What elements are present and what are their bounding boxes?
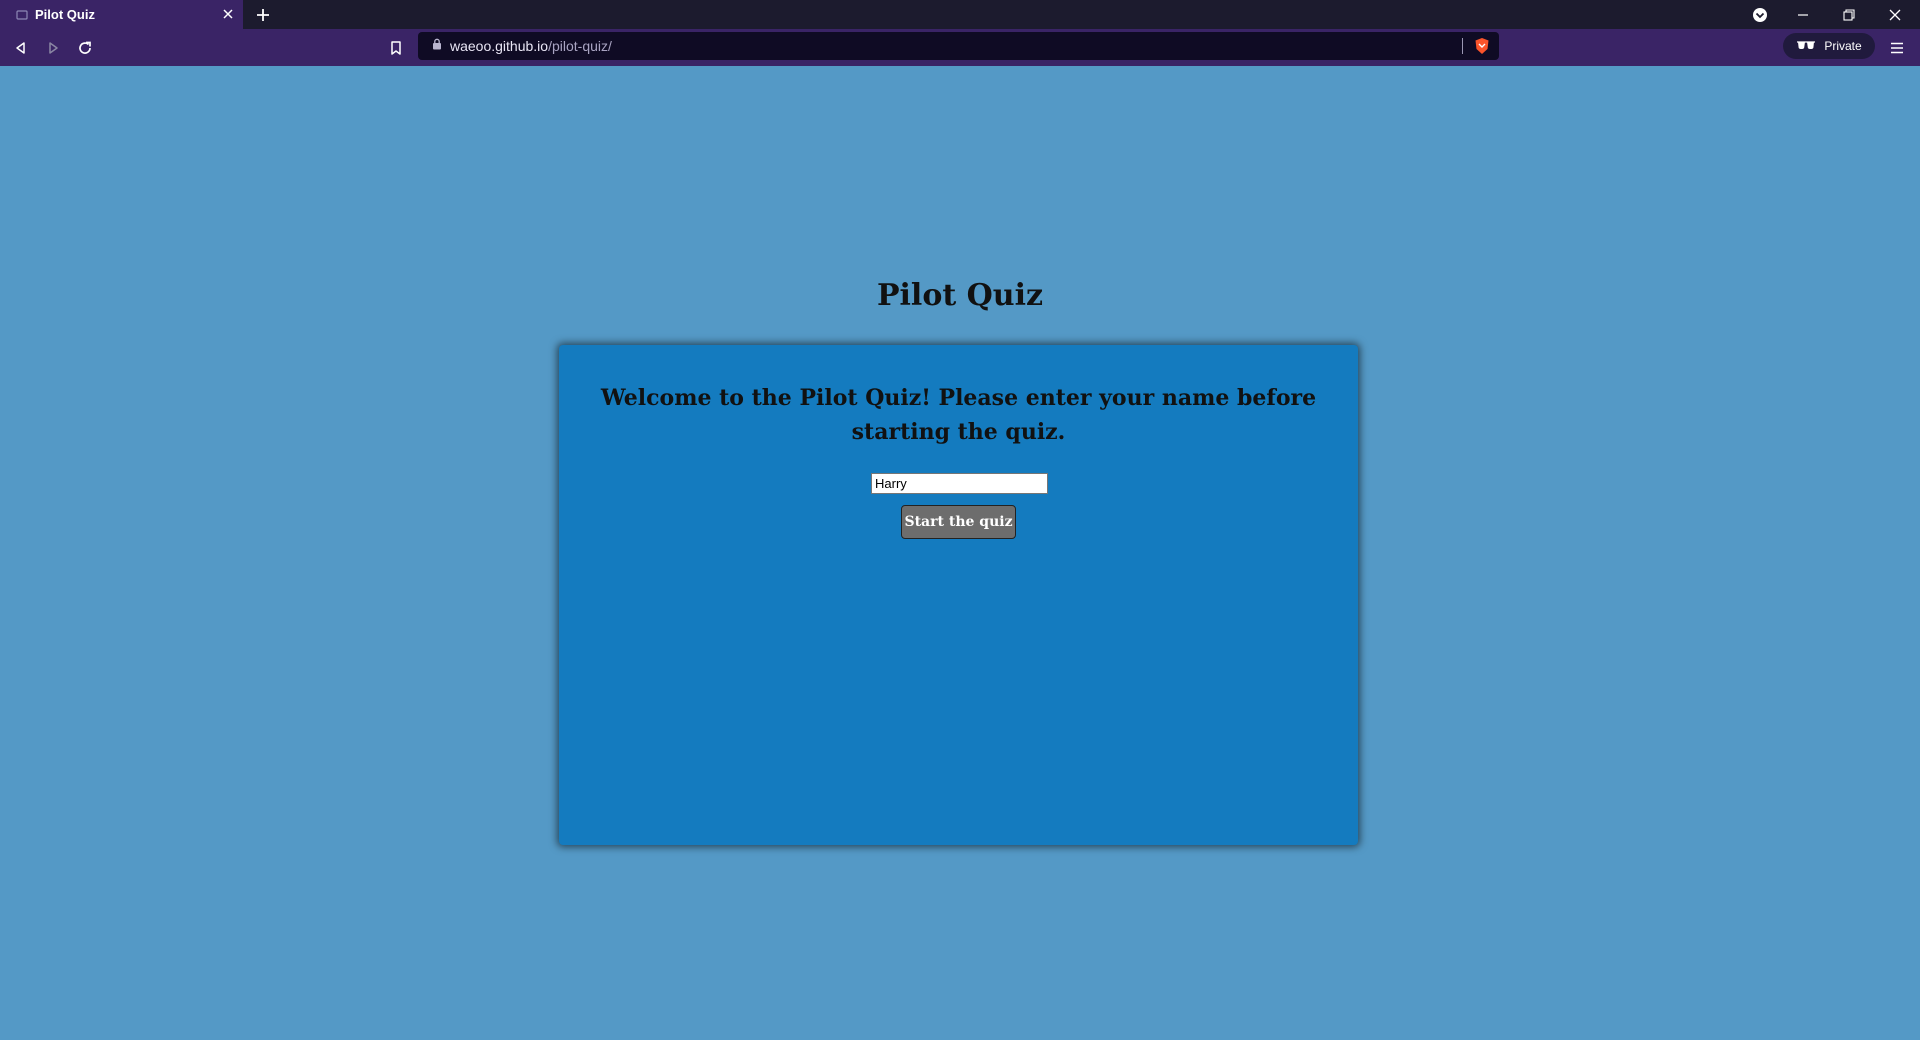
url-path: /pilot-quiz/ (548, 38, 612, 54)
minimize-icon[interactable] (1781, 0, 1825, 29)
page-icon (14, 7, 30, 23)
back-arrow-icon[interactable] (10, 37, 32, 59)
url-text: waeoo.github.io/pilot-quiz/ (450, 38, 612, 54)
address-divider (1462, 38, 1463, 54)
lock-icon[interactable] (432, 37, 442, 55)
url-host: waeoo.github.io (450, 38, 549, 54)
bookmark-icon[interactable] (385, 37, 407, 59)
private-window-badge[interactable]: Private (1783, 33, 1875, 59)
plus-icon[interactable] (253, 5, 273, 25)
page-viewport: Pilot Quiz Welcome to the Pilot Quiz! Pl… (0, 66, 1920, 1040)
name-input[interactable] (871, 473, 1048, 494)
private-label: Private (1824, 39, 1862, 53)
browser-toolbar: waeoo.github.io/pilot-quiz/ Private (0, 29, 1920, 66)
private-glasses-icon (1796, 39, 1816, 53)
welcome-message: Welcome to the Pilot Quiz! Please enter … (600, 385, 1317, 445)
start-quiz-button[interactable]: Start the quiz (901, 505, 1016, 539)
restore-icon[interactable] (1827, 0, 1871, 29)
tab-title: Pilot Quiz (35, 7, 95, 22)
quiz-card: Welcome to the Pilot Quiz! Please enter … (559, 345, 1358, 845)
window-close-icon[interactable] (1873, 0, 1917, 29)
brave-shield-icon[interactable] (1473, 37, 1491, 55)
tab-dropdown-icon[interactable] (1738, 0, 1782, 29)
page-title: Pilot Quiz (876, 278, 1044, 313)
reload-icon[interactable] (74, 37, 96, 59)
address-bar[interactable]: waeoo.github.io/pilot-quiz/ (418, 32, 1499, 60)
hamburger-menu-icon[interactable] (1886, 37, 1908, 59)
browser-tab-bar: Pilot Quiz (0, 0, 1920, 29)
close-icon[interactable] (219, 5, 237, 23)
forward-arrow-icon[interactable] (42, 37, 64, 59)
browser-tab[interactable]: Pilot Quiz (0, 0, 243, 29)
